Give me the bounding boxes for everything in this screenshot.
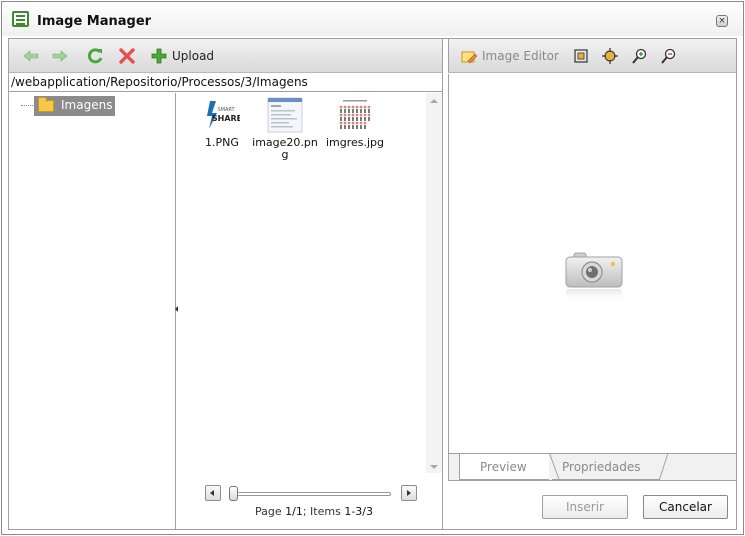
pager-track[interactable] <box>231 492 391 496</box>
fit-to-screen-icon[interactable] <box>573 48 589 64</box>
tab-propriedades[interactable]: Propriedades <box>552 454 660 480</box>
file-list: SMART SHARE 1.PNG image20.pn g imgres.jp… <box>179 93 442 529</box>
pager-prev-button[interactable] <box>205 485 221 501</box>
scroll-up-icon[interactable] <box>430 99 438 103</box>
close-icon[interactable]: × <box>716 15 728 27</box>
zoom-in-icon[interactable] <box>632 48 648 64</box>
file-thumbnail <box>267 97 303 133</box>
actual-size-icon[interactable] <box>602 48 618 64</box>
page-prefix: Page <box>255 505 282 518</box>
collapse-splitter-handle[interactable] <box>175 301 178 319</box>
file-item-3[interactable]: imgres.jpg <box>319 97 391 149</box>
window-title: Image Manager <box>37 14 152 29</box>
file-list-scrollbar[interactable] <box>426 93 442 473</box>
file-name: image20.pn g <box>252 136 318 161</box>
cancel-button[interactable]: Cancelar <box>643 495 728 519</box>
add-icon[interactable] <box>150 47 168 65</box>
preview-panel: Image Editor Preview Propriedades Inseri… <box>448 39 736 529</box>
svg-text:SHARE: SHARE <box>212 114 240 123</box>
title-bar[interactable]: Image Manager × <box>2 2 743 36</box>
folder-icon <box>38 97 54 112</box>
pager-knob[interactable] <box>229 486 238 501</box>
delete-icon[interactable] <box>118 47 136 65</box>
pager-slider <box>205 483 417 503</box>
back-arrow-icon[interactable] <box>23 48 39 64</box>
image-manager-window: Image Manager × Upload /webapplication/R… <box>1 1 744 535</box>
refresh-icon[interactable] <box>86 47 104 65</box>
page-info: Page 1/1; Items 1-3/3 <box>255 505 373 518</box>
file-item-1[interactable]: SMART SHARE 1.PNG <box>186 97 258 149</box>
file-name: 1.PNG <box>205 136 239 149</box>
file-thumbnail: SMART SHARE <box>204 97 242 133</box>
pager-next-button[interactable] <box>401 485 417 501</box>
tree-node-label: Imagens <box>61 98 113 112</box>
window-icon <box>12 11 29 27</box>
people-chart-thumbnail-icon <box>337 97 373 133</box>
file-toolbar: Upload <box>9 39 442 73</box>
zoom-out-icon[interactable] <box>661 48 677 64</box>
upload-button[interactable]: Upload <box>172 49 214 63</box>
file-thumbnail <box>337 97 373 133</box>
preview-tabs: Preview Propriedades <box>448 453 736 481</box>
screenshot-thumbnail-icon <box>267 97 303 133</box>
folder-tree: Imagens <box>9 93 176 529</box>
file-name: imgres.jpg <box>325 136 385 149</box>
image-editor-icon[interactable] <box>461 49 477 65</box>
svg-text:SMART: SMART <box>217 107 235 113</box>
page-number: 1/1 <box>285 505 303 518</box>
items-range: 1-3/3 <box>344 505 373 518</box>
image-preview-area <box>448 74 736 454</box>
insert-button[interactable]: Inserir <box>542 495 628 519</box>
forward-arrow-icon[interactable] <box>52 48 68 64</box>
file-browser-panel: Upload /webapplication/Repositorio/Proce… <box>9 39 443 529</box>
items-prefix: ; Items <box>302 505 341 518</box>
tab-preview[interactable]: Preview <box>459 454 549 480</box>
camera-icon <box>565 252 623 303</box>
image-editor-button[interactable]: Image Editor <box>482 49 559 63</box>
manager-frame: Upload /webapplication/Repositorio/Proce… <box>8 38 737 530</box>
scroll-down-icon[interactable] <box>430 465 438 469</box>
share-logo-icon: SMART SHARE <box>204 97 242 133</box>
editor-toolbar: Image Editor <box>448 39 736 73</box>
tree-node-imagens[interactable]: Imagens <box>34 96 115 116</box>
tree-connector <box>21 105 35 106</box>
file-item-2[interactable]: image20.pn g <box>249 97 321 161</box>
path-breadcrumb: /webapplication/Repositorio/Processos/3/… <box>9 74 442 92</box>
